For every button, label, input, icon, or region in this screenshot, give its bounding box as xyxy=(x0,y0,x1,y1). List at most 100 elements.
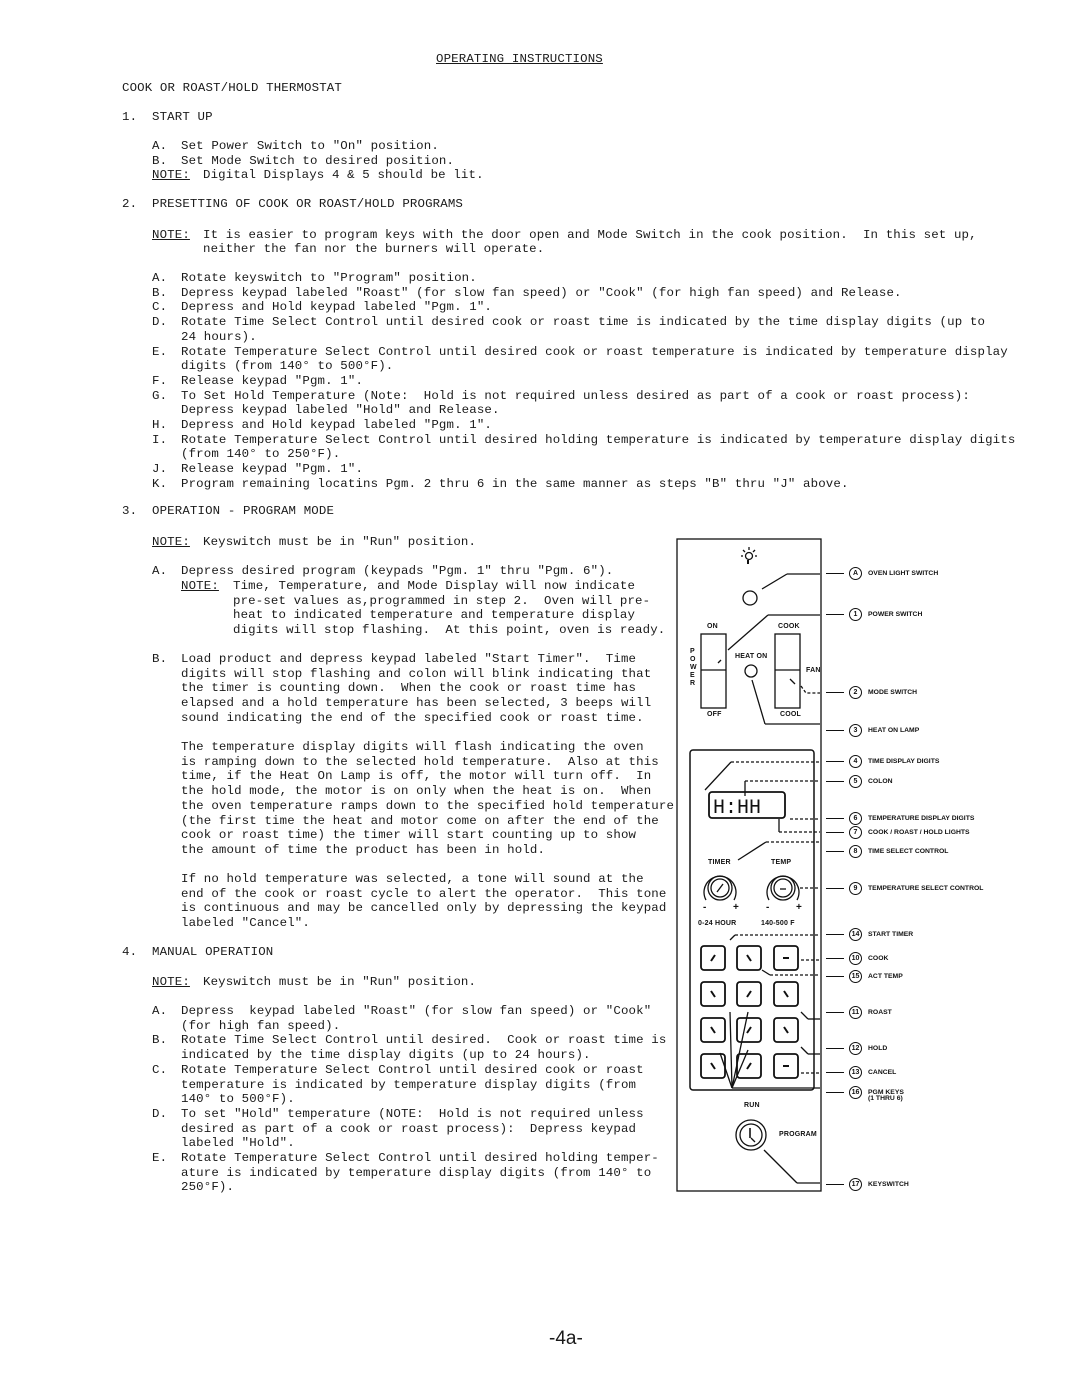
callout-item: 3 HEAT ON LAMP xyxy=(826,724,919,737)
leader-line xyxy=(826,573,844,574)
keyswitch[interactable] xyxy=(735,1119,767,1151)
mode-cook-label: COOK xyxy=(778,623,800,630)
callout-number: A xyxy=(849,567,862,580)
leader-line xyxy=(826,934,844,935)
callout-item: 15 ACT TEMP xyxy=(826,970,903,983)
callout-number: 16 xyxy=(849,1086,862,1099)
program-label: PROGRAM xyxy=(779,1131,817,1138)
callout-number: 5 xyxy=(849,775,862,788)
temp-knob[interactable] xyxy=(766,875,800,901)
callout-number: 12 xyxy=(849,1042,862,1055)
keypad-mark xyxy=(746,1062,752,1070)
callout-number: 17 xyxy=(849,1178,862,1191)
timer-label: TIMER xyxy=(708,859,731,866)
keypad-mark xyxy=(746,954,752,962)
leader-line xyxy=(826,1092,844,1093)
leader-line xyxy=(826,818,844,819)
callout-label: ROAST xyxy=(868,1009,892,1016)
callout-item: A OVEN LIGHT SWITCH xyxy=(826,567,938,580)
leader-line xyxy=(826,1072,844,1073)
callout-item: 6 TEMPERATURE DISPLAY DIGITS xyxy=(826,812,974,825)
mode-cool-label: COOL xyxy=(780,711,802,718)
callout-label: TEMPERATURE DISPLAY DIGITS xyxy=(868,815,975,822)
callout-label: ACT TEMP xyxy=(868,973,903,980)
leader-line xyxy=(826,730,844,731)
keypad-mark xyxy=(746,990,752,998)
callout-label: COOK xyxy=(868,955,889,962)
callout-number: 13 xyxy=(849,1066,862,1079)
heat-on-lamp xyxy=(744,664,758,678)
callout-label: CANCEL xyxy=(868,1069,897,1076)
callout-item: 17 KEYSWITCH xyxy=(826,1178,909,1191)
keypad-mark xyxy=(746,1026,752,1034)
callout-item: 16 PGM KEYS (1 THRU 6) xyxy=(826,1086,904,1102)
callout-number: 8 xyxy=(849,845,862,858)
callout-number: 6 xyxy=(849,812,862,825)
callout-item: 12 HOLD xyxy=(826,1042,887,1055)
lcd-digits: H:HH xyxy=(713,797,761,820)
control-panel-diagram: H:HH xyxy=(676,538,822,1192)
timer-minus-label: - xyxy=(703,902,707,913)
callout-label: COOK / ROAST / HOLD LIGHTS xyxy=(868,829,970,836)
leader-line xyxy=(826,692,844,693)
power-vertical-label: POWER xyxy=(690,648,697,687)
temp-label: TEMP xyxy=(771,859,792,866)
mode-switch[interactable] xyxy=(774,633,801,709)
power-on-label: ON xyxy=(707,623,718,630)
leader-line xyxy=(826,832,844,833)
leader-line xyxy=(826,1184,844,1185)
time-range-label: 0-24 HOUR xyxy=(698,920,737,927)
heat-on-label: HEAT ON xyxy=(735,653,768,660)
callout-item: 7 COOK / ROAST / HOLD LIGHTS xyxy=(826,826,970,839)
leader-line xyxy=(826,761,844,762)
callout-number: 14 xyxy=(849,928,862,941)
callout-number: 3 xyxy=(849,724,862,737)
callout-item: 11 ROAST xyxy=(826,1006,892,1019)
callout-item: 10 COOK xyxy=(826,952,888,965)
callout-label: MODE SWITCH xyxy=(868,689,918,696)
keypad-mark xyxy=(783,1026,789,1034)
callout-number: 7 xyxy=(849,826,862,839)
callout-label: COLON xyxy=(868,778,893,785)
leader-line xyxy=(826,958,844,959)
callout-number: 4 xyxy=(849,755,862,768)
run-label: RUN xyxy=(744,1102,760,1109)
keypad-mark xyxy=(710,1062,716,1070)
callout-label: OVEN LIGHT SWITCH xyxy=(868,570,939,577)
callout-label: TIME SELECT CONTROL xyxy=(868,848,949,855)
fan-label: FAN xyxy=(806,667,821,674)
callout-item: 4 TIME DISPLAY DIGITS xyxy=(826,755,939,768)
callout-label: KEYSWITCH xyxy=(868,1181,909,1188)
leader-line xyxy=(826,1048,844,1049)
callout-item: 5 COLON xyxy=(826,775,893,788)
callout-label: TEMPERATURE SELECT CONTROL xyxy=(868,885,984,892)
callout-number: 9 xyxy=(849,882,862,895)
timer-plus-label: + xyxy=(733,902,740,913)
callout-label: HOLD xyxy=(868,1045,888,1052)
callout-label: TIME DISPLAY DIGITS xyxy=(868,758,940,765)
leader-line xyxy=(826,976,844,977)
keypad-mark xyxy=(710,954,716,962)
callout-label: START TIMER xyxy=(868,931,914,938)
oven-light-switch[interactable] xyxy=(742,590,758,606)
callout-number: 1 xyxy=(849,608,862,621)
power-switch[interactable] xyxy=(700,633,727,709)
callout-number: 11 xyxy=(849,1006,862,1019)
callout-number: 2 xyxy=(849,686,862,699)
leader-line xyxy=(826,851,844,852)
light-bulb-icon xyxy=(741,547,757,564)
keypad-mark xyxy=(783,990,789,998)
callout-number: 15 xyxy=(849,970,862,983)
temp-plus-label: + xyxy=(796,902,803,913)
callout-item: 1 POWER SWITCH xyxy=(826,608,922,621)
timer-knob[interactable] xyxy=(703,875,737,901)
callout-item: 13 CANCEL xyxy=(826,1066,896,1079)
callout-item: 14 START TIMER xyxy=(826,928,913,941)
callout-item: 8 TIME SELECT CONTROL xyxy=(826,845,948,858)
keypad-mark xyxy=(710,990,716,998)
keypad-mark xyxy=(710,1026,716,1034)
callout-number: 10 xyxy=(849,952,862,965)
leader-line xyxy=(826,781,844,782)
callout-label: POWER SWITCH xyxy=(868,611,923,618)
leader-line xyxy=(826,888,844,889)
